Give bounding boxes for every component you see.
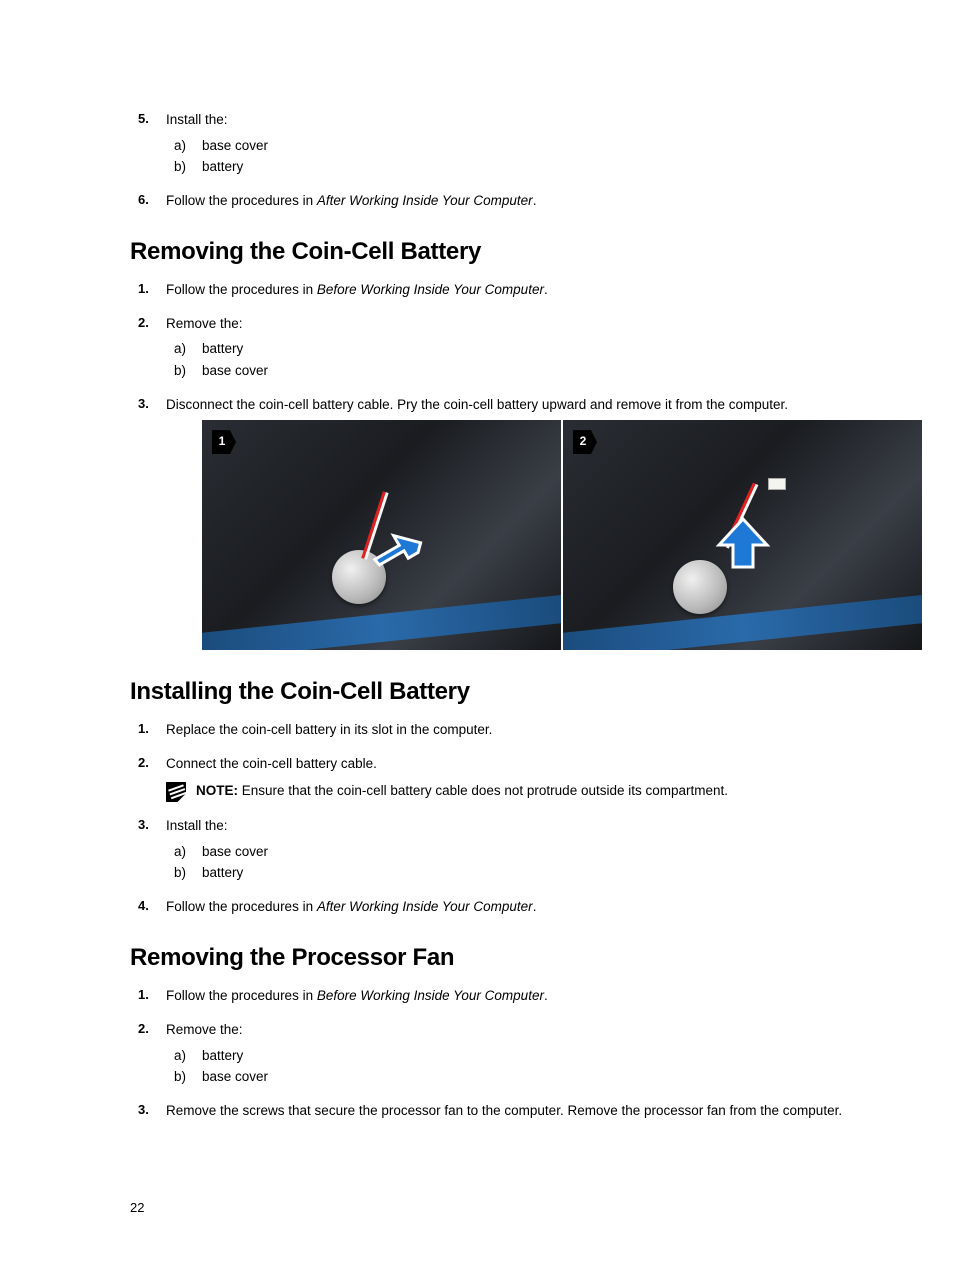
step-number: 1.	[138, 986, 149, 1005]
sublist: a) battery b) base cover	[166, 1046, 874, 1087]
step-number: 3.	[138, 395, 149, 414]
step-text-before: Follow the procedures in	[166, 899, 317, 914]
heading-removing-coin-cell: Removing the Coin-Cell Battery	[130, 238, 874, 266]
removing-coin-steps: 1. Follow the procedures in Before Worki…	[130, 280, 874, 650]
sub-item: b) battery	[166, 863, 874, 883]
connector-graphic	[768, 478, 786, 490]
step-text: Connect the coin-cell battery cable.	[166, 756, 377, 771]
sub-text: base cover	[202, 1069, 268, 1084]
step-number: 6.	[138, 191, 149, 210]
note-text: NOTE: Ensure that the coin-cell battery …	[196, 781, 728, 801]
step-text: Install the:	[166, 112, 228, 127]
sub-text: battery	[202, 341, 243, 356]
step-text-italic: Before Working Inside Your Computer	[317, 988, 544, 1003]
alpha-label: a)	[174, 136, 186, 156]
step-1: 1. Follow the procedures in Before Worki…	[130, 280, 874, 300]
step-number: 1.	[138, 280, 149, 299]
document-page: 5. Install the: a) base cover b) battery 6…	[0, 0, 954, 1275]
step-text: Remove the:	[166, 1022, 243, 1037]
step-text: Remove the screws that secure the proces…	[166, 1103, 842, 1118]
step-number: 5.	[138, 110, 149, 129]
sub-item: a) battery	[166, 1046, 874, 1066]
step-text-italic: After Working Inside Your Computer	[317, 899, 533, 914]
step-5: 5. Install the: a) base cover b) battery	[130, 110, 874, 177]
heading-removing-processor-fan: Removing the Processor Fan	[130, 944, 874, 972]
arrow-up-icon	[713, 515, 773, 575]
sub-item: a) battery	[166, 339, 874, 359]
step-text-before: Follow the procedures in	[166, 988, 317, 1003]
figure-1: 1	[202, 420, 561, 650]
step-3: 3. Remove the screws that secure the pro…	[130, 1101, 874, 1121]
step-text-italic: After Working Inside Your Computer	[317, 193, 533, 208]
step-text-after: .	[544, 282, 548, 297]
alpha-label: b)	[174, 361, 186, 381]
note-block: NOTE: Ensure that the coin-cell battery …	[166, 781, 874, 802]
figure-badge-2: 2	[573, 430, 597, 454]
page-number: 22	[130, 1200, 874, 1215]
step-text: Replace the coin-cell battery in its slo…	[166, 722, 492, 737]
step-number: 1.	[138, 720, 149, 739]
sub-text: base cover	[202, 138, 268, 153]
step-number: 2.	[138, 1020, 149, 1039]
step-text: Disconnect the coin-cell battery cable. …	[166, 397, 788, 412]
sub-item: a) base cover	[166, 842, 874, 862]
step-text: Remove the:	[166, 316, 243, 331]
sublist: a) base cover b) battery	[166, 842, 874, 883]
step-6: 6. Follow the procedures in After Workin…	[130, 191, 874, 211]
sub-text: battery	[202, 1048, 243, 1063]
badge-number: 2	[580, 433, 587, 450]
sub-text: battery	[202, 159, 243, 174]
figure-row: 1 2	[202, 420, 922, 650]
circuit-board-strip	[561, 594, 922, 650]
sub-text: base cover	[202, 844, 268, 859]
sub-item: a) base cover	[166, 136, 874, 156]
step-3: 3. Disconnect the coin-cell battery cabl…	[130, 395, 874, 651]
alpha-label: b)	[174, 863, 186, 883]
step-2: 2. Connect the coin-cell battery cable. …	[130, 754, 874, 803]
sub-item: b) base cover	[166, 1067, 874, 1087]
step-number: 2.	[138, 754, 149, 773]
arrow-left-down-icon	[372, 530, 428, 586]
sub-text: base cover	[202, 363, 268, 378]
alpha-label: a)	[174, 339, 186, 359]
step-1: 1. Replace the coin-cell battery in its …	[130, 720, 874, 740]
step-text-before: Follow the procedures in	[166, 282, 317, 297]
alpha-label: a)	[174, 1046, 186, 1066]
badge-number: 1	[219, 433, 226, 450]
alpha-label: a)	[174, 842, 186, 862]
step-text-before: Follow the procedures in	[166, 193, 317, 208]
alpha-label: b)	[174, 1067, 186, 1087]
step-4: 4. Follow the procedures in After Workin…	[130, 897, 874, 917]
step-2: 2. Remove the: a) battery b) base cover	[130, 1020, 874, 1087]
sub-item: b) battery	[166, 157, 874, 177]
step-number: 3.	[138, 816, 149, 835]
sublist: a) battery b) base cover	[166, 339, 874, 380]
step-3: 3. Install the: a) base cover b) battery	[130, 816, 874, 883]
step-1: 1. Follow the procedures in Before Worki…	[130, 986, 874, 1006]
note-icon	[166, 782, 186, 802]
step-number: 4.	[138, 897, 149, 916]
step-text-after: .	[533, 899, 537, 914]
installing-coin-steps: 1. Replace the coin-cell battery in its …	[130, 720, 874, 916]
note-body: Ensure that the coin-cell battery cable …	[242, 783, 728, 798]
continuation-steps: 5. Install the: a) base cover b) battery 6…	[130, 110, 874, 210]
note-prefix: NOTE:	[196, 783, 242, 798]
step-2: 2. Remove the: a) battery b) base cover	[130, 314, 874, 381]
figure-badge-1: 1	[212, 430, 236, 454]
step-text-after: .	[533, 193, 537, 208]
sub-item: b) base cover	[166, 361, 874, 381]
circuit-board-strip	[202, 594, 561, 650]
heading-installing-coin-cell: Installing the Coin-Cell Battery	[130, 678, 874, 706]
step-number: 2.	[138, 314, 149, 333]
sub-text: battery	[202, 865, 243, 880]
figure-2: 2	[561, 420, 922, 650]
removing-fan-steps: 1. Follow the procedures in Before Worki…	[130, 986, 874, 1120]
alpha-label: b)	[174, 157, 186, 177]
step-text: Install the:	[166, 818, 228, 833]
sublist: a) base cover b) battery	[166, 136, 874, 177]
step-number: 3.	[138, 1101, 149, 1120]
step-text-after: .	[544, 988, 548, 1003]
step-text-italic: Before Working Inside Your Computer	[317, 282, 544, 297]
